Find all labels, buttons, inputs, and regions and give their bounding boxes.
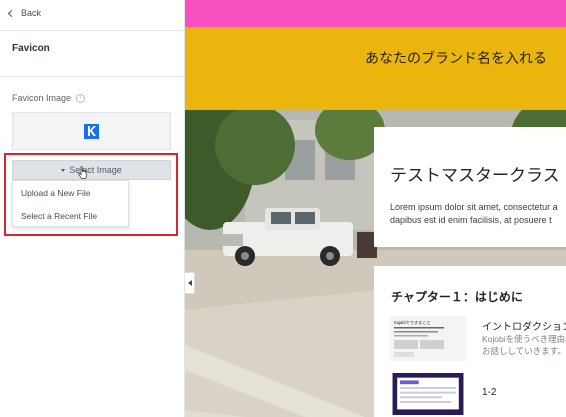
hero-card: テストマスタークラス Lorem ipsum dolor sit amet, c…: [374, 127, 566, 247]
info-icon[interactable]: i: [76, 93, 86, 103]
lesson-title: 1-2: [482, 387, 497, 398]
back-label: Back: [21, 8, 42, 18]
highlight-box: [4, 153, 178, 236]
lesson-desc: Kojobiを使うべき理由、 お話ししていきます。: [482, 333, 566, 357]
site-header: あなたのブランド名を入れる: [185, 27, 566, 110]
hero-title: テストマスタークラス: [390, 166, 560, 185]
kajabi-favicon-icon: [84, 123, 99, 139]
lesson-title: イントロダクション: [482, 322, 566, 333]
lesson-thumbnail: Kajabiでできること: [390, 316, 466, 361]
back-link[interactable]: Back: [7, 7, 42, 19]
panel-title: Favicon: [12, 43, 50, 54]
divider: [0, 30, 185, 31]
hero-body-line: Lorem ipsum dolor sit amet, consectetur …: [390, 202, 558, 212]
lesson-desc-line: お話ししていきます。: [482, 346, 566, 356]
collapse-arrow-icon: [187, 280, 192, 286]
chapter-title: チャプター１：はじめに: [391, 290, 523, 304]
thumb-caption: Kajabiでできること: [394, 320, 431, 325]
chapter-card: チャプター１：はじめに Kajabiでできること イントロダクション Kojob…: [374, 266, 566, 417]
page-preview: あなたのブランド名を入れる テストマスタークラス Lorem ipsum dol…: [185, 0, 566, 417]
collapse-sidebar-button[interactable]: [185, 272, 195, 294]
chevron-left-icon: [7, 9, 16, 18]
field-label-text: Favicon Image: [12, 93, 72, 103]
hero-body-line: dapibus est id enim facilisis, at posuer…: [390, 215, 552, 225]
announcement-bar: [185, 0, 566, 27]
settings-sidebar: Back Favicon Favicon Image i Select Imag…: [0, 0, 185, 417]
brand-name: あなたのブランド名を入れる: [365, 50, 547, 66]
divider: [0, 76, 185, 77]
favicon-image-label: Favicon Image i: [12, 93, 86, 103]
hero-body: Lorem ipsum dolor sit amet, consectetur …: [390, 201, 566, 227]
lesson-thumbnail: [392, 373, 464, 415]
favicon-preview[interactable]: [12, 112, 171, 150]
lesson-desc-line: Kojobiを使うべき理由、: [482, 334, 566, 344]
